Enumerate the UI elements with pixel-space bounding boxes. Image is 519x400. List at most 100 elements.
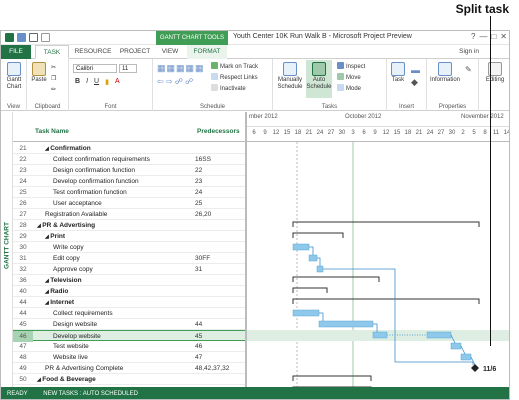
mode-button[interactable]: Mode bbox=[337, 84, 361, 92]
respect-links-button[interactable]: Respect Links bbox=[211, 73, 258, 81]
table-row[interactable]: 49 PR & Advertising Complete 48,42,37,32 bbox=[13, 363, 245, 374]
font-size-select[interactable]: 11 bbox=[119, 64, 137, 73]
table-row[interactable]: 31 Edit copy 30FF bbox=[13, 253, 245, 264]
table-row[interactable]: 40 ◢ Radio bbox=[13, 286, 245, 297]
editing-button[interactable]: Editing bbox=[481, 62, 509, 84]
table-row[interactable]: 48 Website live 47 bbox=[13, 352, 245, 363]
minimize-icon[interactable]: — bbox=[479, 32, 487, 41]
underline-button[interactable]: U bbox=[94, 78, 99, 86]
table-row[interactable]: 44 ◢ Internet bbox=[13, 297, 245, 308]
gantt-chart-button[interactable]: Gantt Chart bbox=[3, 62, 25, 91]
auto-schedule-button[interactable]: Auto Schedule bbox=[306, 60, 332, 98]
task-name-cell[interactable]: Test website bbox=[33, 341, 193, 352]
help-icon[interactable]: ? bbox=[471, 32, 475, 41]
copy-icon[interactable]: ❐ bbox=[51, 75, 56, 82]
table-row[interactable]: 50 ◢ Food & Beverage bbox=[13, 374, 245, 385]
table-row[interactable]: 22 Collect confirmation requirements 16SS bbox=[13, 154, 245, 165]
table-row[interactable]: 44 Collect requirements bbox=[13, 308, 245, 319]
highlight-icon[interactable]: ▮ bbox=[105, 78, 109, 86]
predecessors-cell[interactable]: 26,20 bbox=[195, 209, 245, 220]
save-icon[interactable] bbox=[17, 33, 26, 42]
cut-icon[interactable]: ✂ bbox=[51, 64, 56, 71]
information-button[interactable]: Information bbox=[429, 62, 461, 84]
move-button[interactable]: Move bbox=[337, 73, 361, 81]
task-mode-status[interactable]: NEW TASKS : AUTO SCHEDULED bbox=[43, 391, 138, 397]
predecessors-cell[interactable]: 25 bbox=[195, 198, 245, 209]
milestone-icon[interactable]: ◆ bbox=[411, 77, 418, 88]
task-name-cell[interactable]: Approve copy bbox=[33, 264, 193, 275]
table-row[interactable]: 24 Develop confirmation function 23 bbox=[13, 176, 245, 187]
task-name-cell[interactable]: Website live bbox=[33, 352, 193, 363]
table-row[interactable]: 29 ◢ Print bbox=[13, 231, 245, 242]
day-tick-label: 21 bbox=[305, 130, 313, 136]
tab-file[interactable]: FILE bbox=[1, 45, 31, 59]
day-tick-label: 27 bbox=[327, 130, 335, 136]
inactivate-icon bbox=[211, 84, 218, 91]
notes-icon[interactable]: ✎ bbox=[465, 65, 472, 74]
tab-project[interactable]: PROJECT bbox=[117, 45, 153, 59]
close-icon[interactable]: ✕ bbox=[500, 32, 507, 41]
task-name-cell[interactable]: User acceptance bbox=[33, 198, 193, 209]
task-name-cell[interactable]: Collect confirmation requirements bbox=[33, 154, 193, 165]
task-name-cell[interactable]: Test confirmation function bbox=[33, 187, 193, 198]
task-name-cell[interactable]: Write copy bbox=[33, 242, 193, 253]
table-row[interactable]: 25 Test confirmation function 24 bbox=[13, 187, 245, 198]
row-id: 49 bbox=[19, 365, 27, 372]
mode-icon bbox=[337, 84, 344, 91]
table-row[interactable]: 47 Test website 46 bbox=[13, 341, 245, 352]
font-name-select[interactable]: Calibri bbox=[73, 64, 117, 73]
tab-resource[interactable]: RESOURCE bbox=[73, 45, 113, 59]
outdent-indent-icons[interactable]: ⇦ ⇨ ☍ ☍ bbox=[157, 77, 193, 86]
maximize-icon[interactable]: □ bbox=[491, 32, 496, 41]
table-row[interactable]: 23 Design confirmation function 22 bbox=[13, 165, 245, 176]
mark-on-track-button[interactable]: Mark on Track bbox=[211, 62, 258, 70]
col-task-name[interactable]: Task Name bbox=[35, 128, 69, 135]
tab-task[interactable]: TASK bbox=[35, 45, 69, 59]
task-name-cell[interactable]: Develop confirmation function bbox=[33, 176, 193, 187]
inspect-button[interactable]: Inspect bbox=[337, 62, 365, 70]
table-row[interactable]: 46 Develop website 45 bbox=[13, 330, 245, 342]
font-color-icon[interactable]: A bbox=[115, 78, 120, 86]
table-row[interactable]: 28 ◢ PR & Advertising bbox=[13, 220, 245, 231]
task-name-cell[interactable]: Design confirmation function bbox=[33, 165, 193, 176]
task-bar bbox=[316, 265, 324, 273]
predecessors-cell[interactable]: 16SS bbox=[195, 154, 245, 165]
sign-in-link[interactable]: Sign in bbox=[459, 45, 479, 59]
italic-button[interactable]: I bbox=[86, 78, 88, 86]
tab-format[interactable]: FORMAT bbox=[187, 45, 227, 59]
table-row[interactable]: 45 Design website 44 bbox=[13, 319, 245, 330]
percent-complete-icons[interactable]: ▦▦▦▦▦ bbox=[157, 63, 205, 74]
predecessors-cell[interactable]: 48,42,37,32 bbox=[195, 363, 245, 374]
redo-icon[interactable] bbox=[41, 33, 50, 42]
table-row[interactable]: 27 Registration Available 26,20 bbox=[13, 209, 245, 220]
summary-icon[interactable]: ▬ bbox=[411, 65, 420, 75]
undo-icon[interactable] bbox=[29, 33, 38, 42]
format-painter-icon[interactable]: ✏ bbox=[51, 86, 56, 93]
predecessors-cell[interactable]: 44 bbox=[195, 319, 245, 330]
predecessors-cell[interactable]: 22 bbox=[195, 165, 245, 176]
ribbon: Gantt Chart View Paste ✂ ❐ ✏ Clipboard C… bbox=[1, 59, 509, 111]
table-row[interactable]: 21 ◢ Confirmation bbox=[13, 143, 245, 154]
task-name-cell[interactable]: Registration Available bbox=[33, 209, 193, 220]
task-name-cell[interactable]: Edit copy bbox=[33, 253, 193, 264]
col-predecessors[interactable]: Predecessors bbox=[197, 128, 240, 135]
table-row[interactable]: 32 Approve copy 31 bbox=[13, 264, 245, 275]
inactivate-button[interactable]: Inactivate bbox=[211, 84, 246, 92]
table-row[interactable]: 36 ◢ Television bbox=[13, 275, 245, 286]
table-row[interactable]: 26 User acceptance 25 bbox=[13, 198, 245, 209]
task-name-cell[interactable]: PR & Advertising Complete bbox=[33, 363, 193, 374]
predecessors-cell[interactable]: 23 bbox=[195, 176, 245, 187]
predecessors-cell[interactable]: 46 bbox=[195, 341, 245, 352]
predecessors-cell[interactable]: 31 bbox=[195, 264, 245, 275]
manually-schedule-button[interactable]: Manually Schedule bbox=[276, 62, 304, 91]
task-name-cell[interactable]: Design website bbox=[33, 319, 193, 330]
table-row[interactable]: 30 Write copy bbox=[13, 242, 245, 253]
bold-button[interactable]: B bbox=[75, 78, 80, 86]
predecessors-cell[interactable]: 47 bbox=[195, 352, 245, 363]
task-name-cell[interactable]: Collect requirements bbox=[33, 308, 193, 319]
insert-task-button[interactable]: Task bbox=[389, 62, 407, 84]
predecessors-cell[interactable]: 30FF bbox=[195, 253, 245, 264]
predecessors-cell[interactable]: 24 bbox=[195, 187, 245, 198]
paste-button[interactable]: Paste bbox=[30, 62, 48, 84]
tab-view[interactable]: VIEW bbox=[157, 45, 183, 59]
